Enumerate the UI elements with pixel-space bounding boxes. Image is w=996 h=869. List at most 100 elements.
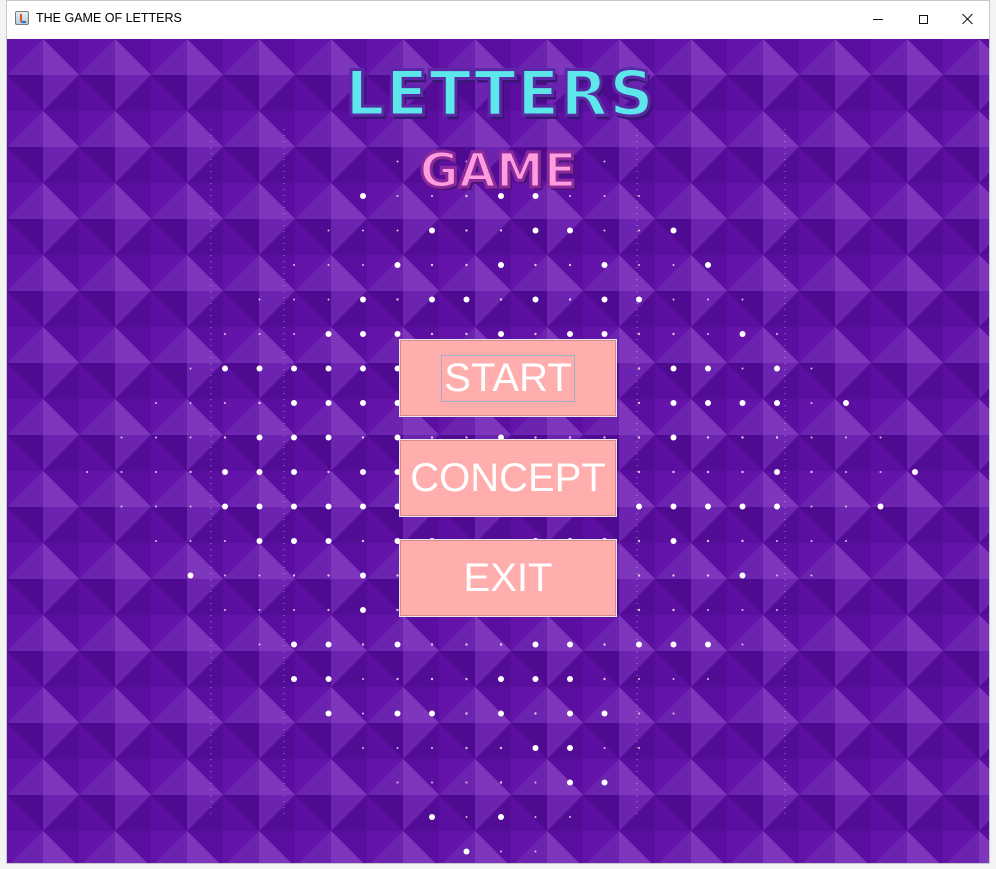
- close-button[interactable]: [945, 1, 989, 37]
- game-window: THE GAME OF LETTERS LETTERS GAME START C…: [6, 0, 990, 864]
- decor-dot: [567, 641, 573, 648]
- decor-dot: [325, 365, 332, 372]
- decor-dot: [325, 400, 332, 406]
- decor-dot: [741, 470, 744, 474]
- decor-dot: [224, 574, 226, 577]
- decor-dot: [258, 401, 261, 405]
- decor-dot: [465, 229, 468, 232]
- decor-dot: [361, 539, 365, 543]
- decor-dot: [224, 402, 226, 404]
- decor-dot: [739, 503, 746, 510]
- decor-dot: [360, 503, 366, 510]
- decor-dot: [672, 332, 675, 336]
- decor-dot: [499, 781, 503, 784]
- start-button[interactable]: START: [399, 339, 617, 417]
- decor-dot: [394, 641, 401, 648]
- decor-dot: [534, 332, 537, 336]
- decor-dot: [362, 678, 364, 680]
- decor-dot: [532, 227, 539, 234]
- decor-dot: [601, 296, 608, 303]
- decor-dot: [360, 296, 366, 303]
- decor-dot: [396, 677, 399, 681]
- decor-dot: [362, 229, 364, 232]
- decor-dot: [670, 503, 677, 510]
- decor-dot: [637, 436, 641, 439]
- minimize-button[interactable]: [855, 1, 901, 37]
- decor-dot: [845, 505, 847, 508]
- decor-dot: [532, 745, 539, 751]
- exit-button[interactable]: EXIT: [399, 539, 617, 617]
- decor-dot: [258, 298, 261, 301]
- decor-dot: [672, 470, 675, 474]
- decor-dot: [534, 263, 537, 267]
- decor-dot: [499, 746, 503, 750]
- maximize-button[interactable]: [900, 1, 946, 37]
- decor-dot: [258, 643, 261, 646]
- decor-dot: [189, 436, 192, 439]
- decor-dot: [293, 609, 295, 611]
- decor-dot: [912, 469, 918, 475]
- decor-dot: [327, 574, 330, 577]
- decor-dot: [636, 503, 642, 510]
- decor-dot: [567, 779, 573, 786]
- decor-dot: [465, 746, 468, 750]
- decor-dot: [499, 298, 503, 301]
- decor-dot: [879, 436, 882, 439]
- decor-dot: [465, 816, 468, 818]
- decor-dot: [601, 779, 608, 786]
- decor-dot: [465, 677, 468, 681]
- decor-dot: [258, 333, 261, 335]
- decor-dot: [741, 298, 744, 301]
- decor-dot: [224, 333, 226, 335]
- decor-dot: [256, 503, 263, 510]
- decor-dot: [465, 712, 468, 715]
- decor-dot: [775, 436, 779, 439]
- decor-dot: [638, 712, 640, 715]
- decor-dot: [325, 676, 332, 682]
- decor-dot: [360, 572, 366, 579]
- decor-dot: [776, 540, 778, 542]
- decor-dot: [293, 264, 295, 266]
- decor-dot: [465, 781, 468, 784]
- decor-dot: [637, 401, 641, 405]
- decor-dot: [291, 503, 297, 510]
- decor-dot: [845, 436, 847, 439]
- decor-dot: [325, 710, 332, 717]
- decor-dot: [120, 471, 123, 473]
- decor-dot: [430, 332, 434, 336]
- decor-dot: [638, 747, 640, 749]
- title-bar[interactable]: THE GAME OF LETTERS: [7, 1, 989, 37]
- decor-dot: [810, 436, 813, 439]
- decor-dot: [774, 469, 780, 475]
- decor-dot: [810, 470, 813, 474]
- decor-dot: [325, 503, 332, 510]
- decor-dot: [706, 436, 710, 439]
- logo-game-text: GAME: [418, 142, 578, 201]
- decor-dot: [291, 400, 297, 406]
- decor-dot: [603, 677, 606, 681]
- decor-dot: [845, 540, 847, 542]
- decor-dot: [120, 436, 123, 439]
- decor-dot: [396, 781, 399, 784]
- decor-dot: [258, 574, 261, 577]
- decor-dot: [534, 781, 537, 784]
- decor-dot: [465, 332, 468, 336]
- close-icon: [962, 13, 974, 25]
- decor-dot: [534, 816, 537, 818]
- decor-dot: [705, 400, 711, 406]
- decor-dot: [498, 676, 504, 682]
- decor-dot: [224, 540, 226, 542]
- concept-button[interactable]: CONCEPT: [399, 439, 617, 517]
- decor-dot: [532, 296, 539, 303]
- decor-dot: [223, 436, 227, 439]
- decor-dot: [672, 712, 675, 715]
- decor-dot: [707, 333, 709, 335]
- decor-dot: [86, 471, 88, 473]
- decor-dot: [155, 471, 157, 473]
- decor-dot: [189, 540, 192, 542]
- decor-dot: [810, 574, 813, 577]
- decor-dot: [498, 710, 504, 717]
- decor-dot: [810, 540, 813, 542]
- decor-dot: [741, 367, 744, 370]
- decor-dot: [567, 331, 573, 337]
